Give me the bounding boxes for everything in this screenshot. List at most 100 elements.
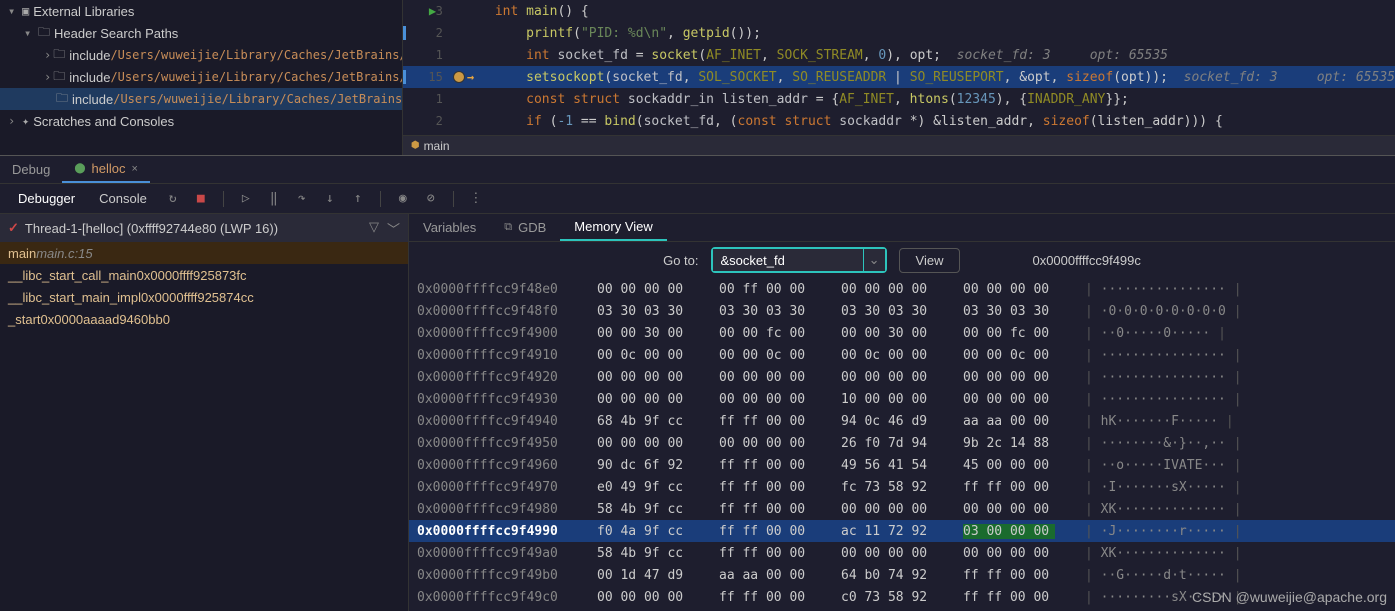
code-line[interactable]: 1 const struct sockaddr_in listen_addr =… [403, 88, 1395, 110]
byte-group: 68 4b 9f cc [597, 414, 689, 429]
code-line[interactable]: 2 if (-1 == bind(socket_fd, (const struc… [403, 110, 1395, 132]
tab-debug[interactable]: Debug [0, 156, 62, 183]
memory-row[interactable]: 0x0000ffffcc9f491000 0c 00 0000 00 0c 00… [409, 344, 1395, 366]
chevron-down-icon[interactable]: ⌄ [863, 249, 885, 271]
view-button[interactable]: View [899, 248, 961, 273]
tree-node-header-paths[interactable]: ▾ 🗀 Header Search Paths [0, 22, 402, 44]
gutter[interactable]: 15 [403, 70, 453, 84]
byte-group: 00 00 00 00 [719, 370, 811, 385]
stack-frame[interactable]: main main.c:15 [0, 242, 408, 264]
code-line[interactable]: 15→ setsockopt(socket_fd, SOL_SOCKET, SO… [403, 66, 1395, 88]
code-text[interactable]: setsockopt(socket_fd, SOL_SOCKET, SO_REU… [489, 70, 1395, 85]
memory-address: 0x0000ffffcc9f4960 [417, 458, 567, 473]
code-editor[interactable]: 3 ▶ int main() { 2 printf("PID: %d\n", get… [403, 0, 1395, 155]
gutter[interactable]: 1 [403, 48, 453, 62]
byte-group: aa aa 00 00 [963, 414, 1055, 429]
byte-group: 00 00 0c 00 [963, 348, 1055, 363]
filter-icon[interactable]: ▽ [369, 219, 379, 238]
thread-title: Thread-1-[helloc] (0xffff92744e80 (LWP 1… [25, 221, 278, 236]
memory-grid[interactable]: 0x0000ffffcc9f48e000 00 00 0000 ff 00 00… [409, 278, 1395, 611]
breadcrumb[interactable]: ⬢ main [403, 135, 1395, 155]
tab-label: helloc [92, 161, 126, 176]
memory-row[interactable]: 0x0000ffffcc9f494068 4b 9f ccff ff 00 00… [409, 410, 1395, 432]
bug-icon: ⬤ [74, 163, 85, 174]
code-text[interactable]: int main() { [489, 4, 1395, 19]
thread-header[interactable]: ✓ Thread-1-[helloc] (0xffff92744e80 (LWP… [0, 214, 408, 242]
code-text[interactable]: const struct sockaddr_in listen_addr = {… [489, 92, 1395, 107]
byte-group: 00 00 00 00 [597, 590, 689, 605]
memory-bytes: 00 00 00 00ff ff 00 00c0 73 58 92ff ff 0… [597, 590, 1055, 605]
tree-node-include-selected[interactable]: 🗀 include /Users/wuweijie/Library/Caches… [0, 88, 402, 110]
memory-address: 0x0000ffffcc9f4910 [417, 348, 567, 363]
code-line[interactable]: 3 ▶ int main() { [403, 0, 1395, 22]
chevron-down-icon[interactable]: ﹀ [387, 219, 400, 238]
gutter-icons: → [453, 70, 489, 84]
memory-bytes: 00 00 30 0000 00 fc 0000 00 30 0000 00 f… [597, 326, 1055, 341]
memory-ascii: | ·0·0·0·0·0·0·0·0 | [1085, 304, 1242, 319]
project-tree[interactable]: ▾ ▣ External Libraries ▾ 🗀 Header Search… [0, 0, 403, 155]
mute-breakpoints-button[interactable]: ⊘ [419, 187, 443, 211]
stack-frame[interactable]: _start 0x0000aaaad9460bb0 [0, 308, 408, 330]
resume-button[interactable]: ▷ [234, 187, 258, 211]
code-line[interactable]: 2 printf("PID: %d\n", getpid()); [403, 22, 1395, 44]
folder-icon: 🗀 [53, 67, 65, 88]
gutter[interactable]: 2 [403, 26, 453, 40]
stop-button[interactable]: ■ [189, 187, 213, 211]
memory-row[interactable]: 0x0000ffffcc9f493000 00 00 0000 00 00 00… [409, 388, 1395, 410]
memory-row[interactable]: 0x0000ffffcc9f492000 00 00 0000 00 00 00… [409, 366, 1395, 388]
more-button[interactable]: ⋮ [464, 187, 488, 211]
memory-row[interactable]: 0x0000ffffcc9f490000 00 30 0000 00 fc 00… [409, 322, 1395, 344]
step-out-button[interactable]: ↑ [346, 187, 370, 211]
code-text[interactable]: printf("PID: %d\n", getpid()); [489, 26, 1395, 41]
tab-variables[interactable]: Variables [409, 214, 490, 241]
memory-bytes: 00 00 00 0000 00 00 0000 00 00 0000 00 0… [597, 370, 1055, 385]
tab-memory-view[interactable]: Memory View [560, 214, 667, 241]
separator [380, 191, 381, 207]
memory-row[interactable]: 0x0000ffffcc9f48f003 30 03 3003 30 03 30… [409, 300, 1395, 322]
tree-path: /Users/wuweijie/Library/Caches/JetBrains… [110, 48, 402, 62]
memory-row[interactable]: 0x0000ffffcc9f496090 dc 6f 92ff ff 00 00… [409, 454, 1395, 476]
memory-row[interactable]: 0x0000ffffcc9f4970e0 49 9f ccff ff 00 00… [409, 476, 1395, 498]
code-line[interactable]: 1 int socket_fd = socket(AF_INET, SOCK_S… [403, 44, 1395, 66]
tab-gdb[interactable]: ⧉ GDB [490, 214, 560, 241]
tree-node-include[interactable]: › 🗀 include /Users/wuweijie/Library/Cach… [0, 44, 402, 66]
breakpoint-icon[interactable] [453, 71, 465, 83]
pause-button[interactable]: ‖ [262, 187, 286, 211]
stack-frame[interactable]: __libc_start_call_main 0x0000ffff925873f… [0, 264, 408, 286]
gutter[interactable]: 3 ▶ [403, 4, 453, 18]
tree-path: /Users/wuweijie/Library/Caches/JetBrains… [110, 70, 402, 84]
tree-node-scratches[interactable]: › ✦ Scratches and Consoles [0, 110, 402, 132]
goto-input[interactable] [713, 249, 863, 271]
byte-group: ff ff 00 00 [963, 480, 1055, 495]
byte-group: 03 30 03 30 [719, 304, 811, 319]
gutter[interactable]: 1 [403, 92, 453, 106]
gutter[interactable]: 2 [403, 114, 453, 128]
memory-ascii: | ················ | [1085, 370, 1242, 385]
memory-row[interactable]: 0x0000ffffcc9f498058 4b 9f ccff ff 00 00… [409, 498, 1395, 520]
step-into-button[interactable]: ↓ [318, 187, 342, 211]
tab-debugger[interactable]: Debugger [8, 187, 85, 210]
tab-console[interactable]: Console [89, 187, 157, 210]
memory-bytes: 00 00 00 0000 00 00 0010 00 00 0000 00 0… [597, 392, 1055, 407]
tab-helloc[interactable]: ⬤ helloc × [62, 156, 150, 183]
byte-group: 00 00 00 00 [841, 282, 933, 297]
memory-panel: Variables ⧉ GDB Memory View Go to: ⌄ Vie… [409, 214, 1395, 611]
code-text[interactable]: int socket_fd = socket(AF_INET, SOCK_STR… [489, 48, 1395, 63]
memory-row[interactable]: 0x0000ffffcc9f495000 00 00 0000 00 00 00… [409, 432, 1395, 454]
byte-group: ff ff 00 00 [719, 546, 811, 561]
memory-row[interactable]: 0x0000ffffcc9f48e000 00 00 0000 ff 00 00… [409, 278, 1395, 300]
memory-address: 0x0000ffffcc9f49a0 [417, 546, 567, 561]
byte-group: 00 00 00 00 [963, 282, 1055, 297]
memory-row[interactable]: 0x0000ffffcc9f49b000 1d 47 d9aa aa 00 00… [409, 564, 1395, 586]
close-icon[interactable]: × [131, 163, 137, 175]
run-icon[interactable]: ▶ [429, 4, 436, 18]
step-over-button[interactable]: ↷ [290, 187, 314, 211]
memory-row[interactable]: 0x0000ffffcc9f4990f0 4a 9f ccff ff 00 00… [409, 520, 1395, 542]
stack-frame[interactable]: __libc_start_main_impl 0x0000ffff925874c… [0, 286, 408, 308]
view-breakpoints-button[interactable]: ◉ [391, 187, 415, 211]
tree-node-include[interactable]: › 🗀 include /Users/wuweijie/Library/Cach… [0, 66, 402, 88]
tree-node-ext-libs[interactable]: ▾ ▣ External Libraries [0, 0, 402, 22]
rerun-button[interactable]: ↻ [161, 187, 185, 211]
code-text[interactable]: if (-1 == bind(socket_fd, (const struct … [489, 114, 1395, 129]
memory-row[interactable]: 0x0000ffffcc9f49a058 4b 9f ccff ff 00 00… [409, 542, 1395, 564]
